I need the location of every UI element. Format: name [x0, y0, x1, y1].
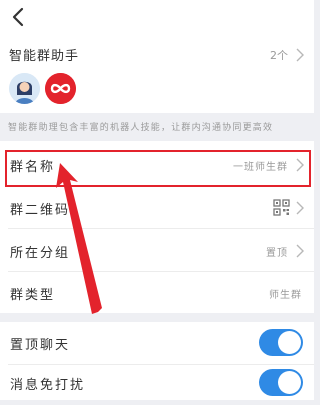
group-assistant-count: 2个 [270, 49, 288, 62]
row-group-type: 群类型 师生群 [0, 271, 314, 314]
chevron-right-icon [296, 244, 304, 258]
toggle-settings: 置顶聊天 消息免打扰 [0, 322, 314, 400]
infinity-icon [45, 73, 76, 104]
pin-chat-toggle[interactable] [259, 329, 303, 356]
chevron-right-icon [296, 48, 304, 62]
chevron-left-icon [12, 7, 24, 27]
group-assistant-title: 智能群助手 [9, 49, 80, 64]
mute-notifications-label: 消息免打扰 [10, 378, 86, 393]
chevron-right-icon [296, 201, 304, 215]
group-qrcode-label: 群二维码 [10, 203, 71, 218]
toggle-knob [278, 331, 301, 354]
robot-avatar-person[interactable] [9, 73, 40, 104]
back-button[interactable] [6, 4, 30, 30]
group-assistant-section[interactable]: 智能群助手 2个 [0, 36, 314, 113]
group-type-value: 师生群 [269, 290, 302, 301]
pin-chat-label: 置顶聊天 [10, 338, 71, 353]
group-assistant-description: 智能群助理包含丰富的机器人技能，让群内沟通协同更高效 [8, 123, 274, 133]
row-mute-notifications: 消息免打扰 [0, 362, 314, 405]
row-pin-chat: 置顶聊天 [0, 322, 314, 365]
group-category-value: 置顶 [266, 248, 288, 259]
row-group-category[interactable]: 所在分组 置顶 [0, 229, 314, 272]
person-avatar-icon [9, 73, 40, 104]
top-bar [0, 0, 314, 36]
group-type-label: 群类型 [10, 288, 56, 303]
mute-notifications-toggle[interactable] [259, 369, 303, 396]
qr-code-icon [273, 199, 290, 216]
robot-avatar-infinity[interactable] [45, 73, 76, 104]
row-group-qrcode[interactable]: 群二维码 [0, 186, 314, 229]
group-name-highlight-box [5, 150, 311, 187]
group-category-label: 所在分组 [10, 246, 71, 261]
toggle-knob [278, 371, 301, 394]
